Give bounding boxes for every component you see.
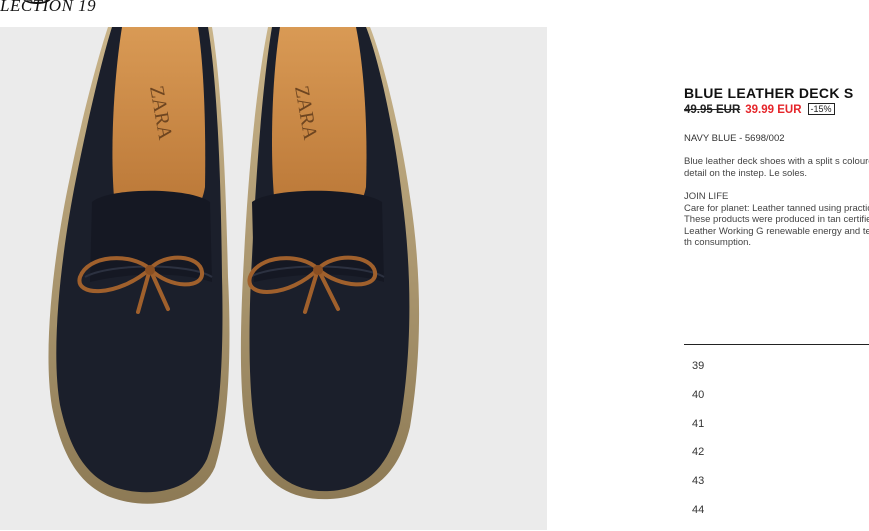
collection-label: LECTION 19 [0, 0, 97, 15]
product-details: BLUE LEATHER DECK S 49.95 EUR 39.99 EUR -1… [684, 84, 869, 249]
price-sale: 39.99 EUR [745, 104, 802, 116]
size-option[interactable]: 39 [692, 358, 704, 387]
left-shoe: ZARA [48, 27, 230, 504]
join-life-care-text: Care for planet: Leather tanned using pr… [684, 202, 869, 214]
size-option[interactable]: 41 [692, 416, 704, 445]
join-life-section: JOIN LIFE Care for planet: Leather tanne… [684, 191, 869, 249]
right-shoe: ZARA [240, 27, 420, 500]
size-option[interactable]: 42 [692, 444, 704, 473]
size-divider [684, 344, 869, 345]
discount-badge: -15% [807, 103, 835, 115]
color-reference: NAVY BLUE - 5698/002 [684, 133, 785, 144]
size-option[interactable]: 43 [692, 473, 704, 502]
product-title: BLUE LEATHER DECK S [684, 85, 854, 101]
product-description: Blue leather deck shoes with a split s c… [684, 156, 869, 179]
join-life-production-text: These products were produced in tan cert… [684, 214, 869, 248]
price-row: 49.95 EUR 39.99 EUR -15% [684, 103, 869, 117]
join-life-heading: JOIN LIFE [684, 191, 729, 202]
price-old: 49.95 EUR [684, 104, 741, 116]
size-list: 39 40 41 42 43 44 [692, 358, 704, 531]
loafer-shoes-illustration: ZARA ZARA [48, 27, 420, 504]
size-option[interactable]: 40 [692, 387, 704, 416]
size-option[interactable]: 44 [692, 502, 704, 531]
product-image[interactable]: ZARA ZARA [0, 27, 547, 530]
